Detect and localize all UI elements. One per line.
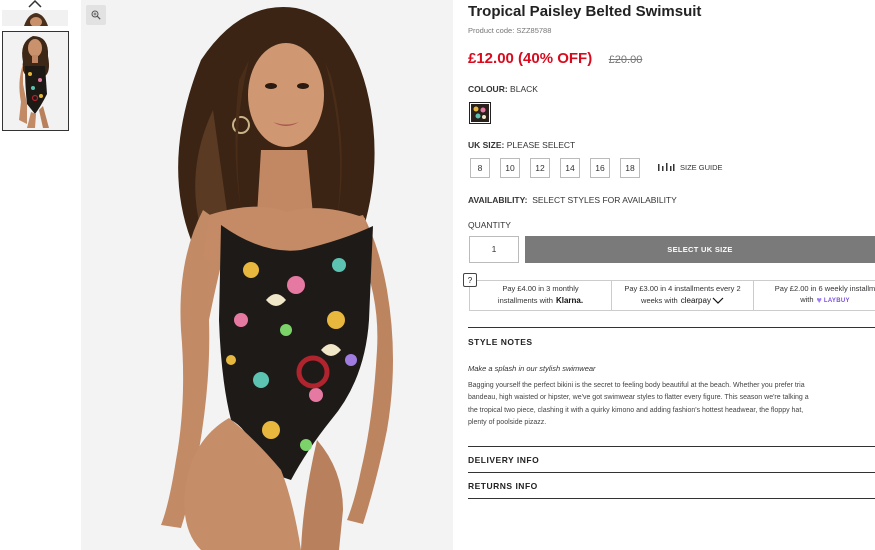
- colour-label: COLOUR: BLACK: [468, 84, 538, 94]
- divider: [468, 327, 875, 328]
- description-line: bandeau, high waisted or hipster, we've …: [468, 394, 809, 402]
- klarna-line1: Pay £4.00 in 3 monthly: [502, 284, 579, 294]
- size-guide-label: SIZE GUIDE: [680, 162, 723, 172]
- payment-options: Pay £4.00 in 3 monthly installments with…: [469, 280, 875, 311]
- original-price: £20.00: [608, 54, 643, 66]
- product-code: Product code: SZZ85788: [468, 26, 552, 35]
- size-label-key: UK SIZE:: [468, 140, 505, 150]
- size-option-18[interactable]: 18: [620, 158, 640, 178]
- divider: [468, 498, 875, 499]
- heart-icon: ♥: [816, 295, 822, 306]
- availability-label: AVAILABILITY:: [468, 195, 528, 205]
- size-option-10[interactable]: 10: [500, 158, 520, 178]
- size-option-12[interactable]: 12: [530, 158, 550, 178]
- help-icon[interactable]: ?: [463, 273, 477, 287]
- description-line: the tropical two piece, clashing it with…: [468, 406, 804, 414]
- availability: AVAILABILITY: SELECT STYLES FOR AVAILABI…: [468, 195, 677, 205]
- divider: [468, 472, 875, 473]
- colour-label-key: COLOUR:: [468, 84, 508, 94]
- chevron-up-icon[interactable]: [28, 0, 42, 8]
- laybuy-line2: with ♥ LAYBUY: [800, 294, 850, 307]
- size-option-16[interactable]: 16: [590, 158, 610, 178]
- size-option-8[interactable]: 8: [470, 158, 490, 178]
- availability-value: SELECT STYLES FOR AVAILABILITY: [532, 195, 677, 205]
- clearpay-line2: weeks with clearpay: [641, 295, 724, 307]
- divider: [468, 446, 875, 447]
- style-notes-tagline: Make a splash in our stylish swimwear: [468, 364, 596, 373]
- laybuy-option[interactable]: Pay £2.00 in 6 weekly installm with ♥ LA…: [754, 281, 875, 310]
- returns-info-title[interactable]: RETURNS INFO: [468, 481, 538, 491]
- klarna-option[interactable]: Pay £4.00 in 3 monthly installments with…: [470, 281, 612, 310]
- clearpay-logo: clearpay: [680, 296, 711, 306]
- laybuy-logo: LAYBUY: [823, 297, 850, 304]
- sale-price: £12.00 (40% OFF): [468, 50, 593, 67]
- quantity-label: QUANTITY: [468, 220, 511, 230]
- laybuy-line1: Pay £2.00 in 6 weekly installm: [774, 283, 875, 293]
- clearpay-option[interactable]: Pay £3.00 in 4 installments every 2 week…: [612, 281, 754, 310]
- product-info-panel: Tropical Paisley Belted Swimsuit Product…: [463, 0, 875, 550]
- thumbnail-image-partial[interactable]: [2, 10, 68, 26]
- select-size-button[interactable]: SELECT UK SIZE: [525, 236, 875, 263]
- quantity-input[interactable]: 1: [469, 236, 519, 263]
- klarna-line2-text: installments with: [497, 295, 553, 305]
- size-value: PLEASE SELECT: [506, 140, 576, 150]
- clearpay-line2-text: weeks with: [641, 295, 678, 305]
- thumbnail-image[interactable]: [2, 31, 69, 131]
- price-row: £12.00 (40% OFF) £20.00: [468, 50, 642, 68]
- thumbnail-strip: [0, 0, 72, 550]
- size-label: UK SIZE: PLEASE SELECT: [468, 140, 575, 150]
- size-guide-link[interactable]: SIZE GUIDE: [657, 162, 723, 172]
- product-title: Tropical Paisley Belted Swimsuit: [468, 3, 702, 20]
- clearpay-arrow-icon: [712, 298, 724, 305]
- delivery-info-title[interactable]: DELIVERY INFO: [468, 455, 539, 465]
- laybuy-line2-text: with: [800, 295, 814, 305]
- zoom-in-icon[interactable]: [86, 5, 106, 25]
- klarna-logo: Klarna.: [555, 296, 584, 306]
- colour-swatch-black[interactable]: [469, 102, 491, 124]
- ruler-icon: [658, 163, 675, 171]
- size-option-14[interactable]: 14: [560, 158, 580, 178]
- size-options: 8 10 12 14 16 18: [470, 158, 650, 178]
- clearpay-line1: Pay £3.00 in 4 installments every 2: [624, 284, 741, 294]
- product-main-image[interactable]: [81, 0, 453, 550]
- klarna-line2: installments with Klarna.: [498, 295, 583, 307]
- description-line: Bagging yourself the perfect bikini is t…: [468, 382, 805, 389]
- style-notes-title[interactable]: STYLE NOTES: [468, 337, 533, 347]
- colour-value: BLACK: [510, 84, 538, 94]
- style-notes-description: Bagging yourself the perfect bikini is t…: [468, 380, 875, 429]
- description-line: plenty of poolside pizazz.: [468, 418, 547, 426]
